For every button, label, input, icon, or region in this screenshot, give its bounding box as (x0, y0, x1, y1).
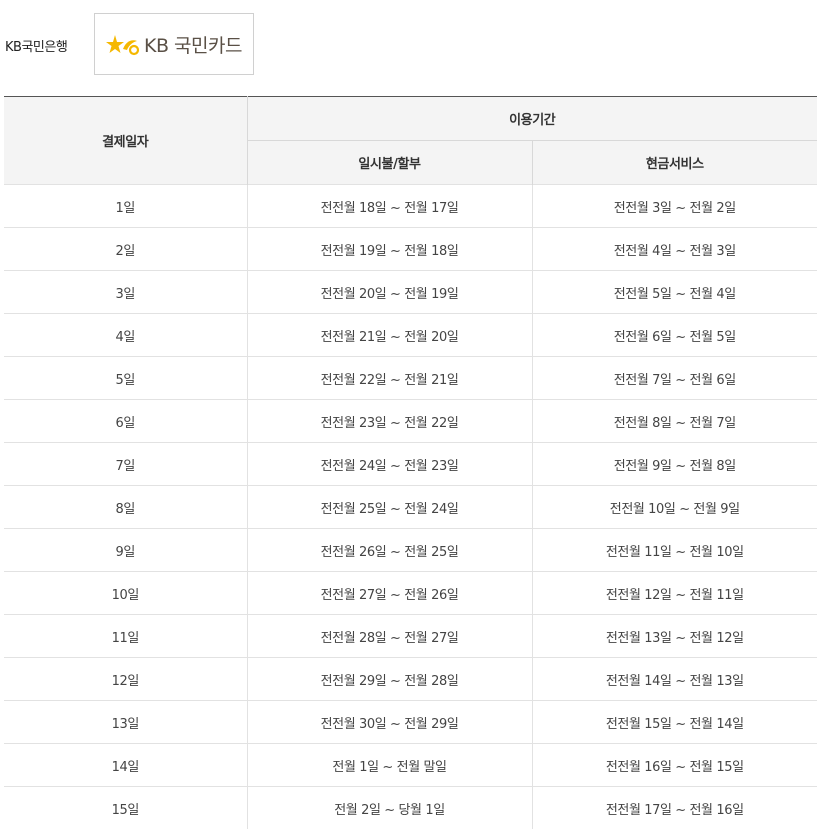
table-row: 4일 전전월 21일 ~ 전월 20일 전전월 6일 ~ 전월 5일 (4, 313, 817, 357)
lumpsum-period-cell: 전전월 21일 ~ 전월 20일 (247, 313, 533, 357)
payment-day-cell: 13일 (4, 700, 248, 744)
payment-day-cell: 12일 (4, 657, 248, 701)
cash-service-period-cell: 전전월 13일 ~ 전월 12일 (532, 614, 817, 658)
header-usage-period: 이용기간 (247, 96, 817, 141)
payment-day-cell: 3일 (4, 270, 248, 314)
table-row: 11일 전전월 28일 ~ 전월 27일 전전월 13일 ~ 전월 12일 (4, 614, 817, 658)
header-lumpsum-installment: 일시불/할부 (247, 140, 533, 185)
payment-period-table: 결제일자 이용기간 일시불/할부 현금서비스 1일 전전월 18일 ~ 전월 17… (4, 96, 817, 829)
cash-service-period-cell: 전전월 3일 ~ 전월 2일 (532, 184, 817, 228)
cash-service-period-cell: 전전월 5일 ~ 전월 4일 (532, 270, 817, 314)
payment-day-cell: 14일 (4, 743, 248, 787)
payment-day-cell: 7일 (4, 442, 248, 486)
lumpsum-period-cell: 전월 1일 ~ 전월 말일 (247, 743, 533, 787)
payment-day-cell: 10일 (4, 571, 248, 615)
lumpsum-period-cell: 전전월 30일 ~ 전월 29일 (247, 700, 533, 744)
table-row: 5일 전전월 22일 ~ 전월 21일 전전월 7일 ~ 전월 6일 (4, 356, 817, 400)
payment-day-cell: 11일 (4, 614, 248, 658)
table-row: 14일 전월 1일 ~ 전월 말일 전전월 16일 ~ 전월 15일 (4, 743, 817, 787)
header-payment-day: 결제일자 (4, 96, 248, 185)
payment-day-cell: 2일 (4, 227, 248, 271)
table-row: 3일 전전월 20일 ~ 전월 19일 전전월 5일 ~ 전월 4일 (4, 270, 817, 314)
cash-service-period-cell: 전전월 17일 ~ 전월 16일 (532, 786, 817, 829)
lumpsum-period-cell: 전전월 18일 ~ 전월 17일 (247, 184, 533, 228)
lumpsum-period-cell: 전전월 24일 ~ 전월 23일 (247, 442, 533, 486)
lumpsum-period-cell: 전전월 26일 ~ 전월 25일 (247, 528, 533, 572)
table-row: 13일 전전월 30일 ~ 전월 29일 전전월 15일 ~ 전월 14일 (4, 700, 817, 744)
table-row: 8일 전전월 25일 ~ 전월 24일 전전월 10일 ~ 전월 9일 (4, 485, 817, 529)
header-area: KB국민은행 KB 국민카드 (0, 0, 820, 96)
logo-text: KB 국민카드 (144, 34, 242, 57)
lumpsum-period-cell: 전전월 22일 ~ 전월 21일 (247, 356, 533, 400)
lumpsum-period-cell: 전전월 23일 ~ 전월 22일 (247, 399, 533, 443)
kb-star-logo-icon (106, 35, 140, 56)
table-row: 2일 전전월 19일 ~ 전월 18일 전전월 4일 ~ 전월 3일 (4, 227, 817, 271)
cash-service-period-cell: 전전월 12일 ~ 전월 11일 (532, 571, 817, 615)
lumpsum-period-cell: 전전월 20일 ~ 전월 19일 (247, 270, 533, 314)
kb-card-logo: KB 국민카드 (94, 13, 254, 75)
lumpsum-period-cell: 전전월 25일 ~ 전월 24일 (247, 485, 533, 529)
payment-day-cell: 6일 (4, 399, 248, 443)
lumpsum-period-cell: 전전월 29일 ~ 전월 28일 (247, 657, 533, 701)
cash-service-period-cell: 전전월 10일 ~ 전월 9일 (532, 485, 817, 529)
cash-service-period-cell: 전전월 15일 ~ 전월 14일 (532, 700, 817, 744)
payment-day-cell: 4일 (4, 313, 248, 357)
cash-service-period-cell: 전전월 9일 ~ 전월 8일 (532, 442, 817, 486)
cash-service-period-cell: 전전월 16일 ~ 전월 15일 (532, 743, 817, 787)
header-cash-service: 현금서비스 (532, 140, 817, 185)
table-row: 6일 전전월 23일 ~ 전월 22일 전전월 8일 ~ 전월 7일 (4, 399, 817, 443)
payment-day-cell: 15일 (4, 786, 248, 829)
cash-service-period-cell: 전전월 14일 ~ 전월 13일 (532, 657, 817, 701)
table-row: 15일 전월 2일 ~ 당월 1일 전전월 17일 ~ 전월 16일 (4, 786, 817, 829)
cash-service-period-cell: 전전월 8일 ~ 전월 7일 (532, 399, 817, 443)
payment-day-cell: 9일 (4, 528, 248, 572)
lumpsum-period-cell: 전전월 28일 ~ 전월 27일 (247, 614, 533, 658)
lumpsum-period-cell: 전전월 27일 ~ 전월 26일 (247, 571, 533, 615)
payment-day-cell: 1일 (4, 184, 248, 228)
cash-service-period-cell: 전전월 11일 ~ 전월 10일 (532, 528, 817, 572)
table-row: 1일 전전월 18일 ~ 전월 17일 전전월 3일 ~ 전월 2일 (4, 184, 817, 228)
table-row: 7일 전전월 24일 ~ 전월 23일 전전월 9일 ~ 전월 8일 (4, 442, 817, 486)
cash-service-period-cell: 전전월 7일 ~ 전월 6일 (532, 356, 817, 400)
cash-service-period-cell: 전전월 6일 ~ 전월 5일 (532, 313, 817, 357)
cash-service-period-cell: 전전월 4일 ~ 전월 3일 (532, 227, 817, 271)
payment-day-cell: 5일 (4, 356, 248, 400)
table-row: 9일 전전월 26일 ~ 전월 25일 전전월 11일 ~ 전월 10일 (4, 528, 817, 572)
table-row: 12일 전전월 29일 ~ 전월 28일 전전월 14일 ~ 전월 13일 (4, 657, 817, 701)
bank-label: KB국민은행 (5, 40, 68, 55)
lumpsum-period-cell: 전전월 19일 ~ 전월 18일 (247, 227, 533, 271)
table-row: 10일 전전월 27일 ~ 전월 26일 전전월 12일 ~ 전월 11일 (4, 571, 817, 615)
lumpsum-period-cell: 전월 2일 ~ 당월 1일 (247, 786, 533, 829)
payment-day-cell: 8일 (4, 485, 248, 529)
